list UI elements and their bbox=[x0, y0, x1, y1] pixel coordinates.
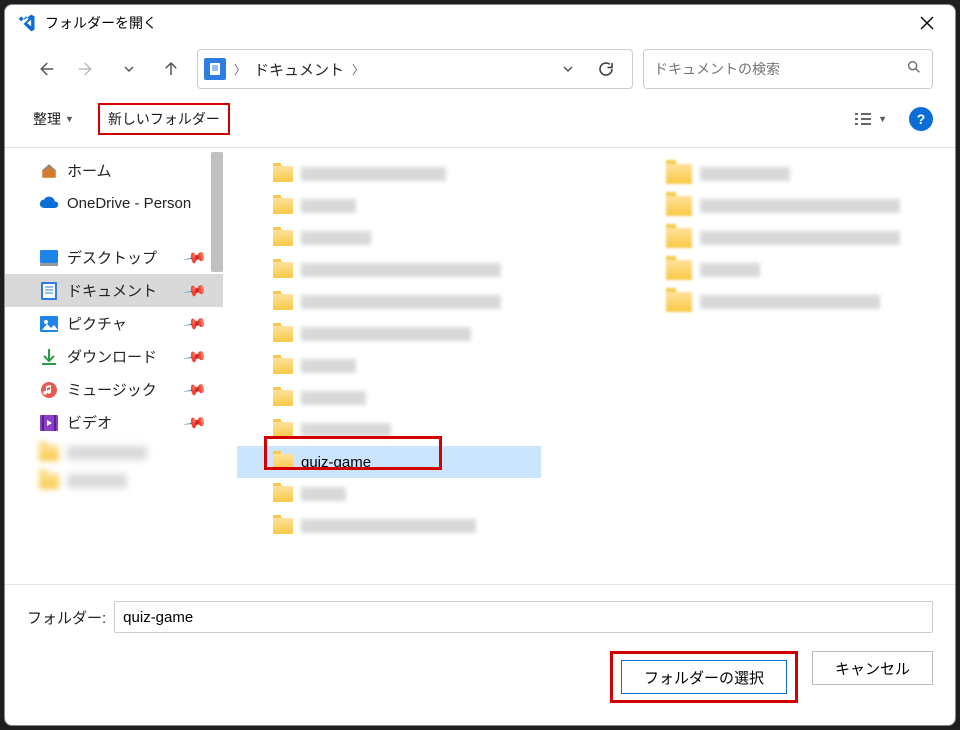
help-button[interactable]: ? bbox=[909, 107, 933, 131]
folder-label: フォルダー: bbox=[27, 607, 106, 628]
address-row: 〉 ドキュメント 〉 bbox=[5, 41, 955, 97]
pin-icon: 📌 bbox=[183, 344, 209, 369]
cancel-button[interactable]: キャンセル bbox=[812, 651, 933, 685]
pin-icon: 📌 bbox=[183, 311, 209, 336]
file-row[interactable] bbox=[223, 510, 955, 542]
documents-icon bbox=[204, 58, 226, 80]
file-row[interactable] bbox=[223, 318, 955, 350]
pin-icon: 📌 bbox=[183, 278, 209, 303]
folder-icon bbox=[273, 454, 293, 470]
titlebar: フォルダーを開く bbox=[5, 5, 955, 41]
vscode-icon bbox=[17, 13, 37, 33]
close-button[interactable] bbox=[907, 9, 947, 37]
breadcrumb-dropdown[interactable] bbox=[556, 63, 580, 75]
sidebar-item-onedrive[interactable]: OneDrive - Person bbox=[5, 187, 223, 219]
breadcrumb-segment[interactable]: ドキュメント bbox=[254, 59, 344, 80]
breadcrumb[interactable]: 〉 ドキュメント 〉 bbox=[197, 49, 633, 89]
open-folder-dialog: フォルダーを開く 〉 ドキュメント 〉 整理▼ 新しいフォルダー bbox=[4, 4, 956, 726]
new-folder-highlight: 新しいフォルダー bbox=[98, 103, 230, 135]
downloads-icon bbox=[39, 347, 59, 367]
sidebar-item-pictures[interactable]: ピクチャ 📌 bbox=[5, 307, 223, 340]
home-icon bbox=[39, 161, 59, 181]
search-box[interactable] bbox=[643, 49, 933, 89]
new-folder-button[interactable]: 新しいフォルダー bbox=[108, 109, 220, 129]
pin-icon: 📌 bbox=[183, 410, 209, 435]
documents-icon bbox=[39, 281, 59, 301]
sidebar-item-documents[interactable]: ドキュメント 📌 bbox=[5, 274, 223, 307]
sidebar-item-home[interactable]: ホーム bbox=[5, 154, 223, 187]
body: ホーム OneDrive - Person デスクトップ 📌 ドキュメント 📌 … bbox=[5, 148, 955, 584]
pictures-icon bbox=[39, 314, 59, 334]
desktop-icon bbox=[39, 248, 59, 268]
right-column bbox=[666, 158, 931, 318]
chevron-right-icon: 〉 bbox=[232, 61, 248, 78]
file-row-selected[interactable]: quiz-game bbox=[237, 446, 541, 478]
footer: フォルダー: フォルダーの選択 キャンセル bbox=[5, 584, 955, 725]
search-icon bbox=[906, 59, 922, 80]
sidebar-item-desktop[interactable]: デスクトップ 📌 bbox=[5, 241, 223, 274]
file-row[interactable] bbox=[223, 382, 955, 414]
search-input[interactable] bbox=[654, 61, 906, 77]
file-pane[interactable]: quiz-game bbox=[223, 148, 955, 584]
sidebar-item-downloads[interactable]: ダウンロード 📌 bbox=[5, 340, 223, 373]
sidebar: ホーム OneDrive - Person デスクトップ 📌 ドキュメント 📌 … bbox=[5, 148, 223, 584]
nav-forward-button[interactable] bbox=[71, 53, 103, 85]
organize-button[interactable]: 整理▼ bbox=[27, 105, 80, 133]
file-row[interactable] bbox=[223, 478, 955, 510]
video-icon bbox=[39, 413, 59, 433]
nav-up-button[interactable] bbox=[155, 53, 187, 85]
refresh-button[interactable] bbox=[586, 60, 626, 78]
sidebar-item-blurred[interactable] bbox=[5, 439, 223, 467]
pin-icon: 📌 bbox=[183, 377, 209, 402]
chevron-right-icon: 〉 bbox=[350, 61, 366, 78]
music-icon bbox=[39, 380, 59, 400]
view-mode-button[interactable]: ▼ bbox=[848, 108, 893, 130]
file-row[interactable] bbox=[223, 350, 955, 382]
folder-name-input[interactable] bbox=[114, 601, 933, 633]
sidebar-item-video[interactable]: ビデオ 📌 bbox=[5, 406, 223, 439]
select-highlight: フォルダーの選択 bbox=[610, 651, 798, 703]
window-title: フォルダーを開く bbox=[45, 13, 157, 33]
onedrive-icon bbox=[39, 193, 59, 213]
sidebar-item-blurred[interactable] bbox=[5, 467, 223, 495]
nav-recent-button[interactable] bbox=[113, 53, 145, 85]
pin-icon: 📌 bbox=[183, 245, 209, 270]
nav-back-button[interactable] bbox=[29, 53, 61, 85]
sidebar-item-music[interactable]: ミュージック 📌 bbox=[5, 373, 223, 406]
select-folder-button[interactable]: フォルダーの選択 bbox=[621, 660, 787, 694]
file-name: quiz-game bbox=[301, 454, 371, 471]
toolbar: 整理▼ 新しいフォルダー ▼ ? bbox=[5, 97, 955, 148]
file-row[interactable] bbox=[223, 414, 955, 446]
